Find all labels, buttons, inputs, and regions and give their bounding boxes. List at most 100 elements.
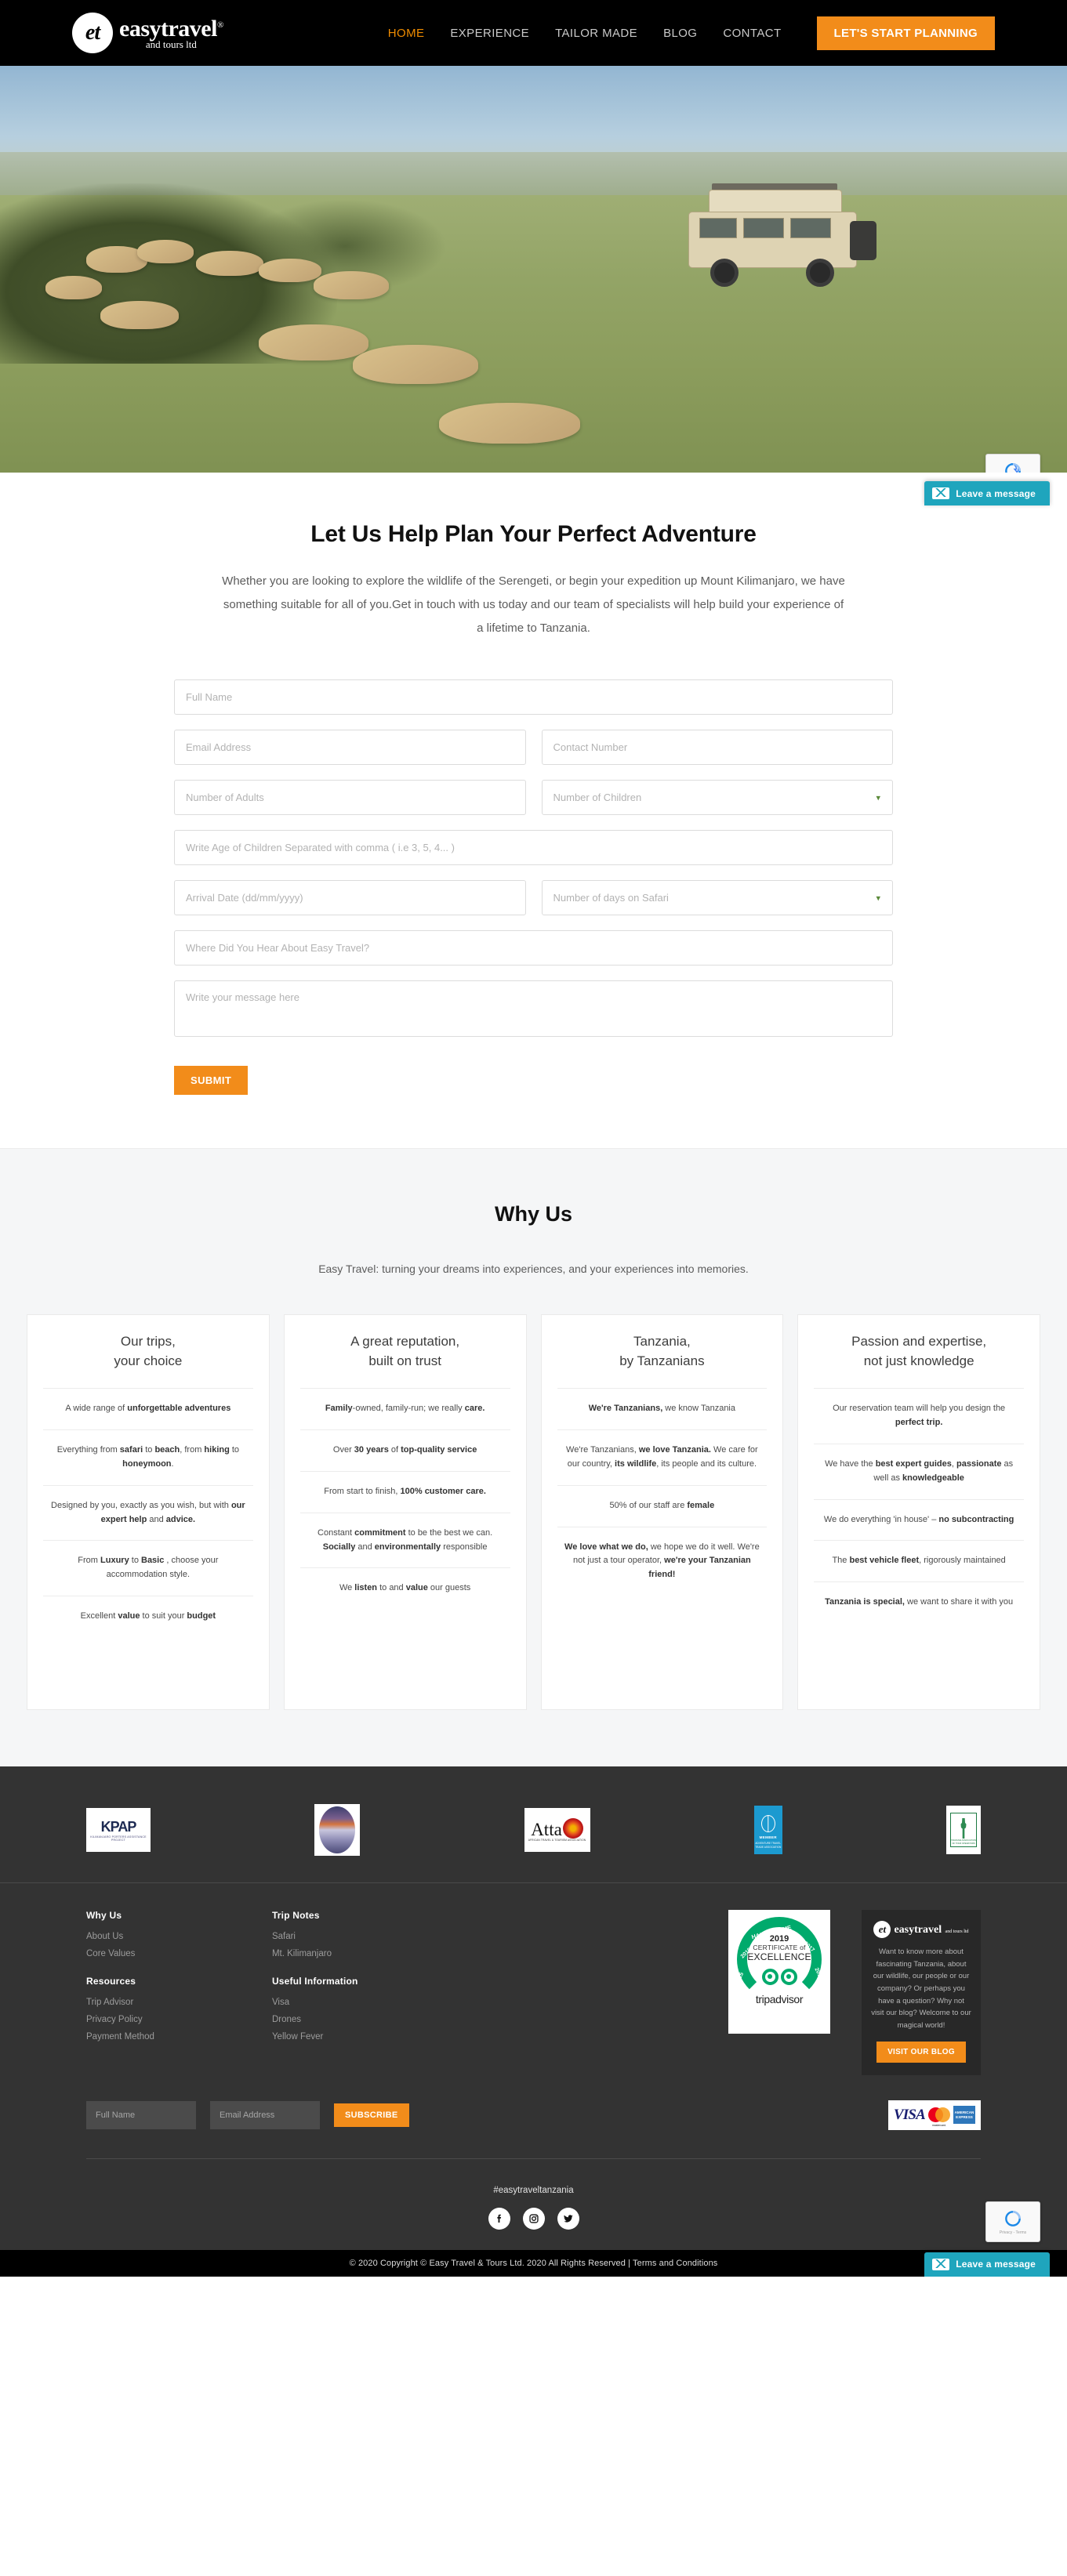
- blog-logo-name: easytravel: [894, 1924, 942, 1936]
- email-input[interactable]: [174, 730, 526, 765]
- mountain-logo[interactable]: [314, 1804, 361, 1856]
- atta-logo-text: Atta: [531, 1820, 562, 1839]
- site-footer: KPAP KILIMANJARO PORTERS ASSISTANCE PROJ…: [0, 1766, 1067, 2277]
- facebook-icon[interactable]: [488, 2207, 510, 2230]
- number-of-adults-input[interactable]: [174, 780, 526, 815]
- logo-brand-name: easytravel®: [119, 15, 223, 42]
- footer-link-yellow-fever[interactable]: Yellow Fever: [272, 2032, 358, 2042]
- atta-logo[interactable]: Atta AFRICAN TRAVEL & TOURISM ASSOCIATIO…: [524, 1808, 590, 1852]
- recaptcha-badge-hero[interactable]: Privacy - Terms: [985, 454, 1040, 473]
- tripadvisor-year: 2019: [769, 1933, 789, 1944]
- recaptcha-label: Privacy - Terms: [999, 2230, 1027, 2235]
- card-item: The best vehicle fleet, rigorously maint…: [814, 1540, 1024, 1581]
- chat-widget-bottom[interactable]: Leave a message: [924, 2252, 1050, 2277]
- card-items-1: Family-owned, family-run; we really care…: [299, 1388, 510, 1609]
- newsletter-name-input[interactable]: [86, 2100, 196, 2129]
- contact-number-input[interactable]: [541, 730, 893, 765]
- logo-text: easytravel® and tours ltd: [119, 15, 223, 49]
- card-item: 50% of our staff are female: [557, 1484, 768, 1527]
- recaptcha-icon: [1005, 2210, 1021, 2226]
- instagram-icon[interactable]: [522, 2207, 545, 2230]
- vehicle-window-front: [699, 218, 737, 238]
- chat-widget-label-top: Leave a message: [956, 487, 1036, 499]
- submit-button[interactable]: SUBMIT: [174, 1066, 249, 1095]
- footer-link-about-us[interactable]: About Us: [86, 1932, 154, 1941]
- blog-logo-tagline: and tours ltd: [945, 1929, 969, 1934]
- start-planning-button[interactable]: LET'S START PLANNING: [816, 16, 995, 50]
- days-on-safari-select[interactable]: [541, 880, 893, 915]
- footer-column-1: Trip Notes Safari Mt. Kilimanjaro Useful…: [272, 1910, 358, 2075]
- footer-link-drones[interactable]: Drones: [272, 2015, 358, 2024]
- footer-link-visa[interactable]: Visa: [272, 1998, 358, 2007]
- card-item: Family-owned, family-run; we really care…: [299, 1388, 510, 1429]
- lion-3: [196, 251, 263, 276]
- card-item: Constant commitment to be the best we ca…: [299, 1512, 510, 1568]
- message-textarea[interactable]: [174, 980, 893, 1037]
- blog-promo-box: et easytravel and tours ltd Want to know…: [862, 1910, 981, 2075]
- nav-item-contact[interactable]: CONTACT: [723, 27, 781, 40]
- card-item: Over 30 years of top-quality service: [299, 1429, 510, 1471]
- atta-mark: Atta: [528, 1818, 586, 1839]
- footer-link-kilimanjaro[interactable]: Mt. Kilimanjaro: [272, 1949, 358, 1958]
- owl-eye-left: [761, 1968, 778, 1985]
- form-row-name: [174, 679, 893, 715]
- form-row-contact: [174, 730, 893, 765]
- social-area: #easytraveltanzania: [86, 2158, 981, 2250]
- site-logo[interactable]: et easytravel® and tours ltd: [72, 13, 223, 53]
- kpap-logo[interactable]: KPAP KILIMANJARO PORTERS ASSISTANCE PROJ…: [86, 1808, 151, 1852]
- recaptcha-icon: [1005, 463, 1021, 473]
- twitter-icon[interactable]: [557, 2207, 579, 2230]
- amex-icon: AMERICAN EXPRESS: [953, 2106, 975, 2125]
- why-us-card-1: A great reputation, built on trust Family…: [283, 1314, 527, 1710]
- vehicle-window-rear: [790, 218, 831, 238]
- lion-2: [137, 240, 194, 263]
- card-item: Tanzania is special, we want to share it…: [814, 1581, 1024, 1623]
- card-item: We listen to and value our guests: [299, 1567, 510, 1609]
- why-us-section: Why Us Easy Travel: turning your dreams …: [0, 1148, 1067, 1766]
- footer-link-core-values[interactable]: Core Values: [86, 1949, 154, 1958]
- footer-link-columns: Why Us About Us Core Values Resources Tr…: [86, 1910, 358, 2075]
- footer-link-trip-advisor[interactable]: Trip Advisor: [86, 1998, 154, 2007]
- nav-item-tailor-made[interactable]: TAILOR MADE: [555, 27, 637, 40]
- footer-column-0: Why Us About Us Core Values Resources Tr…: [86, 1910, 154, 2075]
- chat-widget-top[interactable]: Leave a message: [924, 481, 1050, 505]
- subscribe-button[interactable]: SUBSCRIBE: [334, 2103, 409, 2127]
- card-title-1: A great reputation, built on trust: [350, 1334, 460, 1368]
- safari-vehicle: [688, 183, 880, 293]
- number-of-children-select[interactable]: [541, 780, 893, 815]
- chat-widget-label-bottom: Leave a message: [956, 2259, 1036, 2270]
- footer-heading-why-us: Why Us: [86, 1910, 122, 1921]
- tato-logo[interactable]: TANZANIA ASSOCIATION OF TOUR OPERATORS: [946, 1806, 981, 1854]
- main-navigation: HOME EXPERIENCE TAILOR MADE BLOG CONTACT: [388, 27, 782, 40]
- card-item: We do everything 'in house' – no subcont…: [814, 1498, 1024, 1541]
- full-name-input[interactable]: [174, 679, 893, 715]
- why-us-subtitle: Easy Travel: turning your dreams into ex…: [318, 1263, 749, 1275]
- recaptcha-badge-footer[interactable]: Privacy - Terms: [985, 2201, 1040, 2242]
- hashtag-label: #easytraveltanzania: [493, 2185, 574, 2195]
- card-title-2: Tanzania, by Tanzanians: [619, 1334, 705, 1368]
- nav-item-blog[interactable]: BLOG: [663, 27, 697, 40]
- newsletter-email-input[interactable]: [210, 2100, 320, 2129]
- owl-eye-right: [780, 1968, 797, 1985]
- footer-link-safari[interactable]: Safari: [272, 1932, 358, 1941]
- atta-logo-sub: AFRICAN TRAVEL & TOURISM ASSOCIATION: [528, 1839, 586, 1842]
- footer-link-payment-method[interactable]: Payment Method: [86, 2032, 154, 2042]
- nav-item-home[interactable]: HOME: [388, 27, 425, 40]
- blog-box-text: Want to know more about fascinating Tanz…: [871, 1947, 971, 2031]
- copyright-bar: © 2020 Copyright © Easy Travel & Tours L…: [0, 2249, 1067, 2277]
- atta-member-logo[interactable]: MEMBER ADVENTURE TRAVEL TRADE ASSOCIATIO…: [753, 1806, 782, 1854]
- card-item: A wide range of unforgettable adventures: [43, 1388, 253, 1429]
- vehicle-window-mid: [743, 218, 784, 238]
- why-us-cards: Our trips, your choice A wide range of un…: [0, 1314, 1067, 1710]
- card-items-0: A wide range of unforgettable adventures…: [43, 1388, 253, 1637]
- tripadvisor-brand: tripadvisor: [755, 1992, 804, 2005]
- visit-blog-button[interactable]: VISIT OUR BLOG: [876, 2041, 966, 2063]
- tripadvisor-badge[interactable]: 2015 2016 HALL of FAME 2017 2018 2019 CE…: [728, 1910, 830, 2034]
- footer-link-privacy-policy[interactable]: Privacy Policy: [86, 2015, 154, 2024]
- hear-about-input[interactable]: [174, 930, 893, 966]
- children-ages-input[interactable]: [174, 830, 893, 865]
- mountain-icon: [319, 1806, 356, 1853]
- arrival-date-input[interactable]: [174, 880, 526, 915]
- kpap-logo-sub: KILIMANJARO PORTERS ASSISTANCE PROJECT: [90, 1835, 147, 1842]
- nav-item-experience[interactable]: EXPERIENCE: [450, 27, 529, 40]
